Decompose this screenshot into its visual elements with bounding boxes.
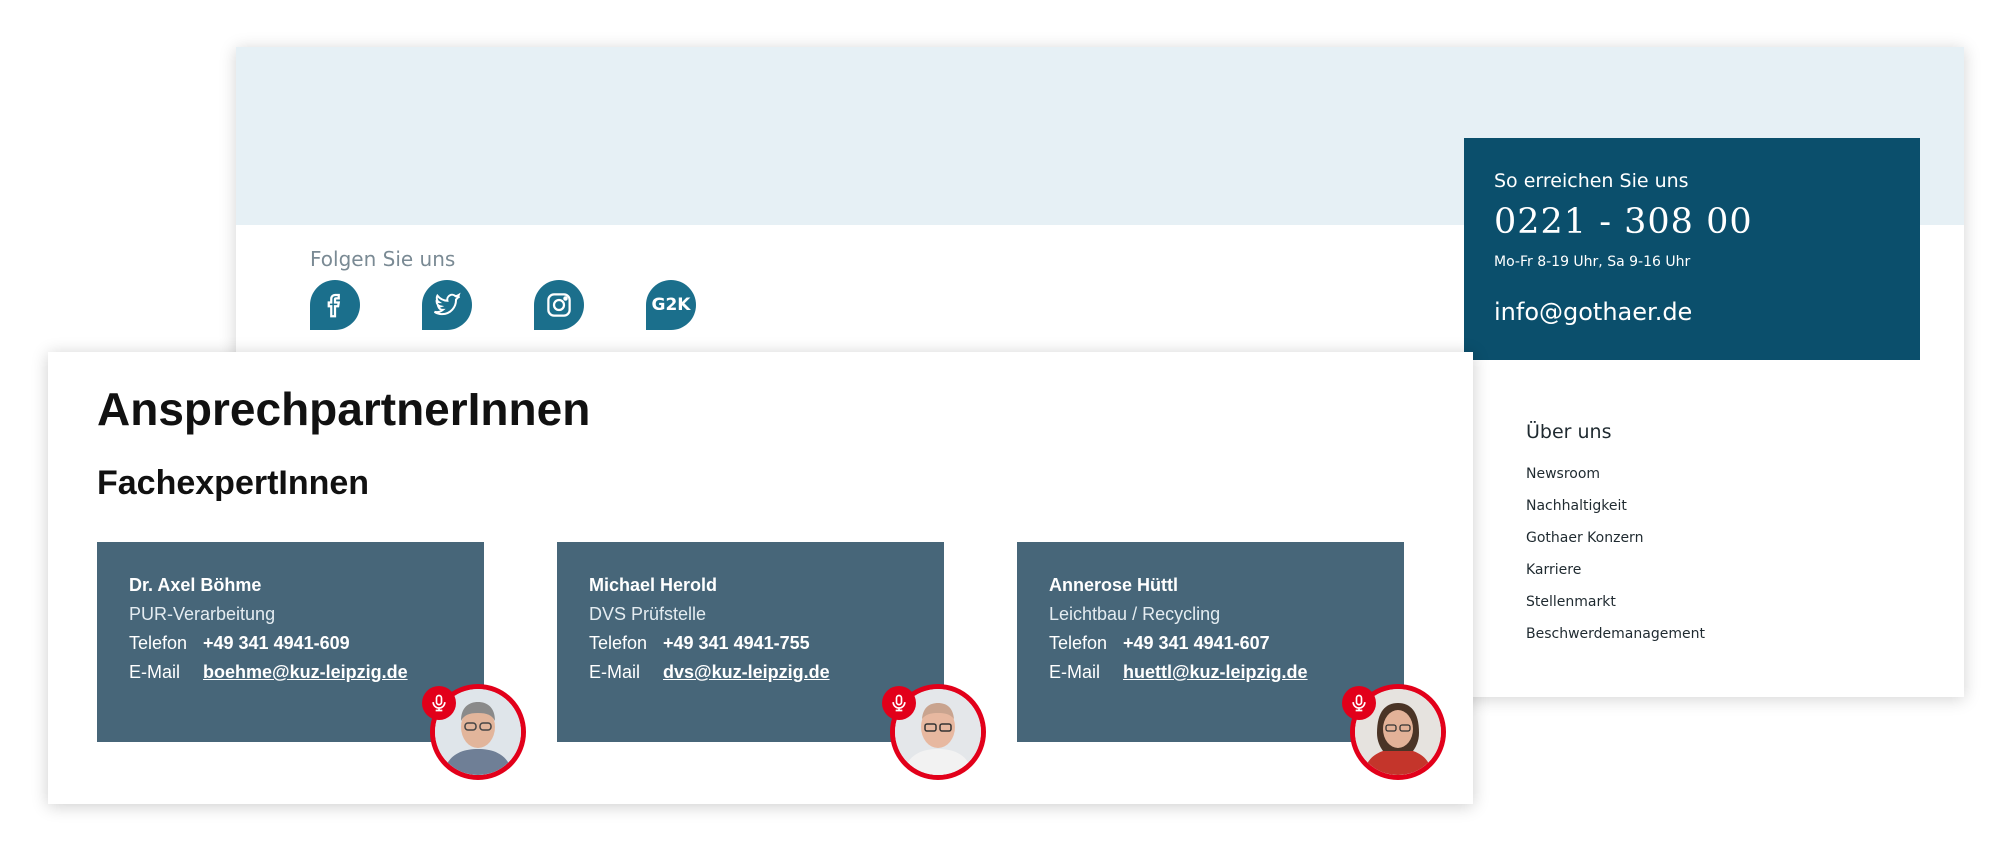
audio-button[interactable] [422, 686, 456, 720]
audio-button[interactable] [882, 686, 916, 720]
footer-nav-list: Newsroom Nachhaltigkeit Gothaer Konzern … [1526, 465, 1705, 657]
instagram-icon [547, 293, 571, 317]
footer-link-stellenmarkt[interactable]: Stellenmarkt [1526, 593, 1705, 625]
microphone-icon [1352, 694, 1366, 712]
facebook-button[interactable] [310, 280, 360, 330]
contact-role: Leichtbau / Recycling [1049, 604, 1221, 624]
contact-phone-row: Telefon +49 341 4941-607 [1049, 629, 1372, 658]
g2k-icon: G2K [651, 295, 691, 315]
email-label: E-Mail [129, 662, 181, 682]
microphone-icon [432, 694, 446, 712]
contact-phone-number[interactable]: +49 341 4941-755 [663, 629, 810, 658]
contact-email-row: E-Mail dvs@kuz-leipzig.de [589, 658, 912, 687]
contact-name: Michael Herold [589, 575, 718, 595]
contact-email-row: E-Mail huettl@kuz-leipzig.de [1049, 658, 1372, 687]
facebook-icon [327, 293, 341, 318]
contact-email-link[interactable]: info@gothaer.de [1494, 298, 1692, 326]
footer-link-beschwerdemanagement[interactable]: Beschwerdemanagement [1526, 625, 1705, 657]
contact-role: PUR-Verarbeitung [129, 604, 276, 624]
twitter-button[interactable] [422, 280, 472, 330]
section-subtitle: FachexpertInnen [97, 464, 370, 502]
contact-phone-number[interactable]: +49 341 4941-607 [1123, 629, 1270, 658]
contact-email-row: E-Mail boehme@kuz-leipzig.de [129, 658, 452, 687]
contact-hours: Mo-Fr 8-19 Uhr, Sa 9-16 Uhr [1494, 254, 1691, 270]
contact-role: DVS Prüfstelle [589, 604, 707, 624]
contact-phone-row: Telefon +49 341 4941-609 [129, 629, 452, 658]
contact-email-link[interactable]: huettl@kuz-leipzig.de [1123, 658, 1308, 687]
twitter-icon [433, 292, 461, 316]
email-label: E-Mail [1049, 662, 1101, 682]
contact-email-link[interactable]: dvs@kuz-leipzig.de [663, 658, 830, 687]
footer-link-karriere[interactable]: Karriere [1526, 561, 1705, 593]
microphone-icon [892, 694, 906, 712]
contact-email-link[interactable]: boehme@kuz-leipzig.de [203, 658, 408, 687]
phone-label: Telefon [129, 633, 188, 653]
footer-link-nachhaltigkeit[interactable]: Nachhaltigkeit [1526, 497, 1705, 529]
email-label: E-Mail [589, 662, 641, 682]
footer-link-konzern[interactable]: Gothaer Konzern [1526, 529, 1705, 561]
audio-button[interactable] [1342, 686, 1376, 720]
contact-name: Annerose Hüttl [1049, 575, 1179, 595]
footer-link-newsroom[interactable]: Newsroom [1526, 465, 1705, 497]
contact-phone[interactable]: 0221 - 308 00 [1494, 202, 1753, 242]
instagram-button[interactable] [534, 280, 584, 330]
follow-label: Folgen Sie uns [310, 247, 456, 271]
footer-nav-title: Über uns [1526, 421, 1612, 443]
g2k-button[interactable]: G2K [646, 280, 696, 330]
contact-box: So erreichen Sie uns 0221 - 308 00 Mo-Fr… [1464, 138, 1920, 360]
contact-phone-row: Telefon +49 341 4941-755 [589, 629, 912, 658]
page-title: AnsprechpartnerInnen [97, 383, 591, 435]
footer-nav-about: Über uns Newsroom Nachhaltigkeit Gothaer… [1526, 421, 1705, 657]
contacts-panel: AnsprechpartnerInnen FachexpertInnen Dr.… [48, 352, 1473, 804]
social-links: G2K [310, 280, 696, 330]
phone-label: Telefon [589, 633, 648, 653]
contact-phone-number[interactable]: +49 341 4941-609 [203, 629, 350, 658]
contact-heading: So erreichen Sie uns [1494, 170, 1689, 192]
contact-name: Dr. Axel Böhme [129, 575, 262, 595]
phone-label: Telefon [1049, 633, 1108, 653]
